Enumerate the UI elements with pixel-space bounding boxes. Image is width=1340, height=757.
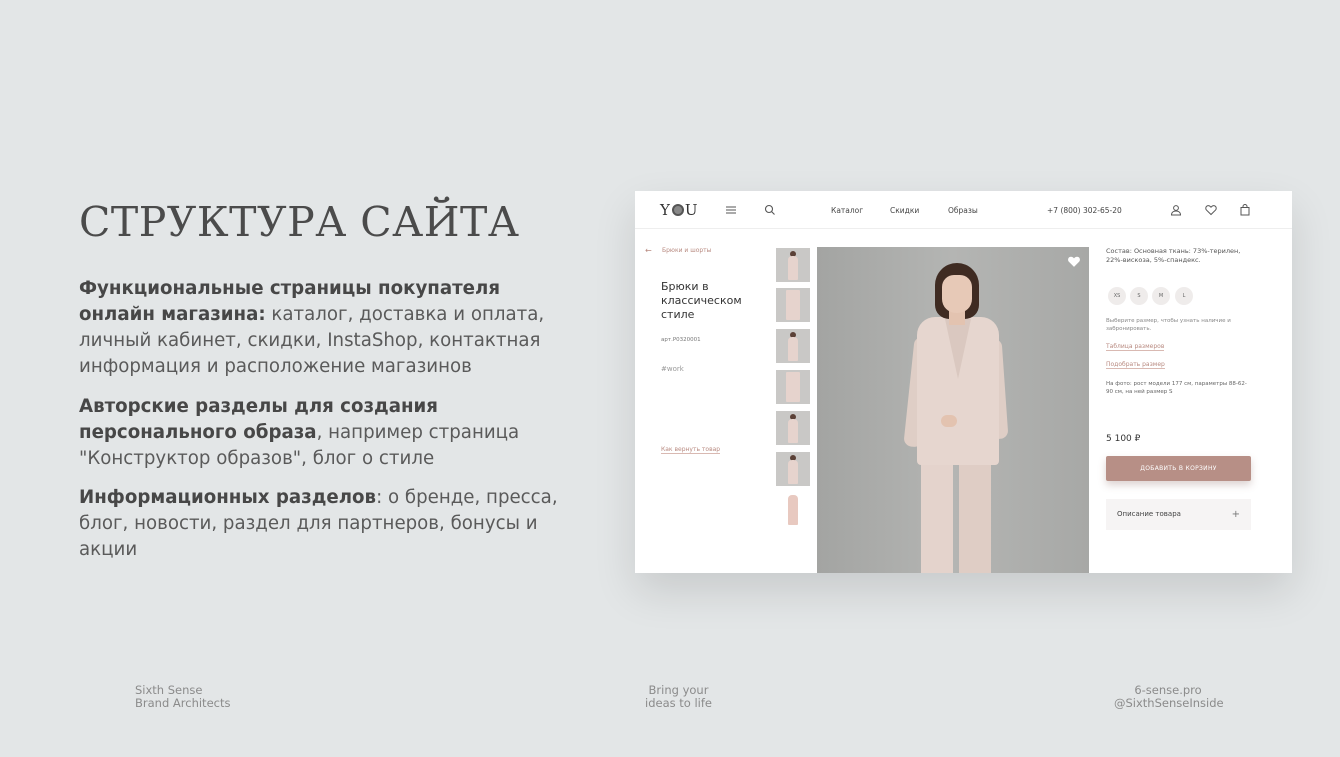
product-thumbnail[interactable] xyxy=(776,411,810,445)
add-to-cart-button[interactable]: ДОБАВИТЬ В КОРЗИНУ xyxy=(1106,456,1251,481)
footer-brand-line2: Brand Architects xyxy=(135,696,231,710)
product-title: Брюки в классическом стиле xyxy=(661,280,742,321)
photo-shape xyxy=(941,415,957,427)
size-option-l[interactable]: L xyxy=(1175,287,1193,305)
favorite-heart-icon[interactable] xyxy=(1067,255,1081,268)
product-thumbnail[interactable] xyxy=(776,493,810,527)
size-hint: Выберите размер, чтобы узнать наличие и … xyxy=(1106,318,1231,332)
thumb-figure xyxy=(786,290,800,320)
user-icon[interactable] xyxy=(1170,204,1182,216)
pick-size-link[interactable]: Подобрать размер xyxy=(1106,361,1165,369)
product-thumbnail[interactable] xyxy=(776,370,810,404)
back-arrow-icon[interactable]: ← xyxy=(645,246,652,255)
product-thumbnail[interactable] xyxy=(776,329,810,363)
logo-letter-u: U xyxy=(684,201,699,219)
product-info-column: Состав: Основная ткань: 73%-терилен, 22%… xyxy=(1106,247,1256,530)
paragraph-bold: Информационных разделов xyxy=(79,487,377,508)
thumb-figure xyxy=(788,460,798,484)
nav-looks[interactable]: Образы xyxy=(948,206,978,215)
product-article: арт.P0320001 xyxy=(661,337,701,343)
product-thumbnail[interactable] xyxy=(776,248,810,282)
footer-slogan-line2: ideas to life xyxy=(645,696,712,710)
size-option-m[interactable]: M xyxy=(1152,287,1170,305)
footer-instagram: @SixthSenseInside xyxy=(1114,696,1224,710)
slide-title: СТРУКТУРА САЙТА xyxy=(79,198,520,246)
photo-shape xyxy=(959,459,991,573)
search-icon[interactable] xyxy=(764,204,776,216)
fingerprint-icon xyxy=(671,204,684,216)
size-option-s[interactable]: S xyxy=(1130,287,1148,305)
heart-icon[interactable] xyxy=(1205,204,1217,216)
phone-number[interactable]: +7 (800) 302-65-20 xyxy=(1047,206,1122,215)
site-header: YU Каталог Скидки Образы +7 (800) 302-65… xyxy=(635,191,1292,229)
breadcrumb[interactable]: Брюки и шорты xyxy=(662,247,711,254)
product-composition: Состав: Основная ткань: 73%-терилен, 22%… xyxy=(1106,247,1241,264)
plus-icon: + xyxy=(1231,509,1240,520)
photo-shape xyxy=(942,275,972,313)
site-logo[interactable]: YU xyxy=(660,201,699,219)
thumb-figure xyxy=(786,372,800,402)
product-tag[interactable]: #work xyxy=(661,365,684,373)
model-photo-note: На фото: рост модели 177 см, параметры 8… xyxy=(1106,381,1247,395)
footer-slogan: Bring your ideas to life xyxy=(645,684,712,710)
product-description-accordion[interactable]: Описание товара + xyxy=(1106,499,1251,530)
size-table-link[interactable]: Таблица размеров xyxy=(1106,343,1165,351)
thumb-figure xyxy=(788,495,798,525)
product-main-photo[interactable] xyxy=(817,247,1089,573)
photo-shape xyxy=(921,459,953,573)
logo-letter-y: Y xyxy=(660,201,671,219)
footer-brand: Sixth Sense Brand Architects xyxy=(135,684,230,710)
menu-icon[interactable] xyxy=(725,204,737,216)
product-thumbnail[interactable] xyxy=(776,288,810,322)
product-price: 5 100 ₽ xyxy=(1106,434,1141,444)
bag-icon[interactable] xyxy=(1239,204,1251,216)
thumb-figure xyxy=(788,256,798,280)
return-policy-link[interactable]: Как вернуть товар xyxy=(661,446,721,454)
product-thumbnail[interactable] xyxy=(776,452,810,486)
paragraph-author-sections: Авторские разделы для создания персональ… xyxy=(79,394,569,472)
nav-catalog[interactable]: Каталог xyxy=(831,206,863,215)
website-mockup: YU Каталог Скидки Образы +7 (800) 302-65… xyxy=(635,191,1292,573)
paragraph-info-sections: Информационных разделов: о бренде, пресс… xyxy=(79,485,569,563)
size-option-xs[interactable]: XS xyxy=(1108,287,1126,305)
thumb-figure xyxy=(788,419,798,443)
nav-discounts[interactable]: Скидки xyxy=(890,206,919,215)
footer-contacts: 6-sense.pro @SixthSenseInside xyxy=(1114,684,1224,710)
description-label: Описание товара xyxy=(1117,510,1181,518)
thumb-figure xyxy=(788,337,798,361)
paragraph-functional-pages: Функциональные страницы покупателя онлай… xyxy=(79,276,569,380)
